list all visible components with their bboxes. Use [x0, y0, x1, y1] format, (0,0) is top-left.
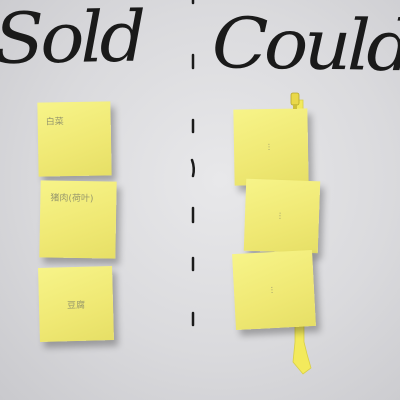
- sticky-note-could-3: ...: [232, 249, 316, 331]
- note-handwriting: ...: [269, 285, 279, 295]
- sticky-note-sold-3: 豆腐: [38, 266, 114, 342]
- note-handwriting: 猪肉(荷叶): [50, 193, 94, 205]
- could-heading: Could: [211, 2, 400, 88]
- note-handwriting: ...: [266, 143, 276, 151]
- sticky-note-could-1: ...: [233, 108, 309, 186]
- sold-heading: Sold: [0, 0, 144, 80]
- note-handwriting: 豆腐: [66, 300, 86, 311]
- note-handwriting: 白菜: [45, 117, 64, 128]
- dashed-divider: [190, 0, 196, 327]
- sticky-note-could-2: ...: [243, 178, 321, 254]
- note-handwriting: ...: [277, 212, 287, 220]
- magnet-clip-icon: [290, 92, 300, 109]
- sticky-note-sold-2: 猪肉(荷叶): [39, 180, 117, 259]
- whiteboard: Sold Could 白菜 猪肉(荷叶) 豆腐 ... ... ...: [0, 0, 400, 400]
- sticky-note-sold-1: 白菜: [37, 101, 112, 177]
